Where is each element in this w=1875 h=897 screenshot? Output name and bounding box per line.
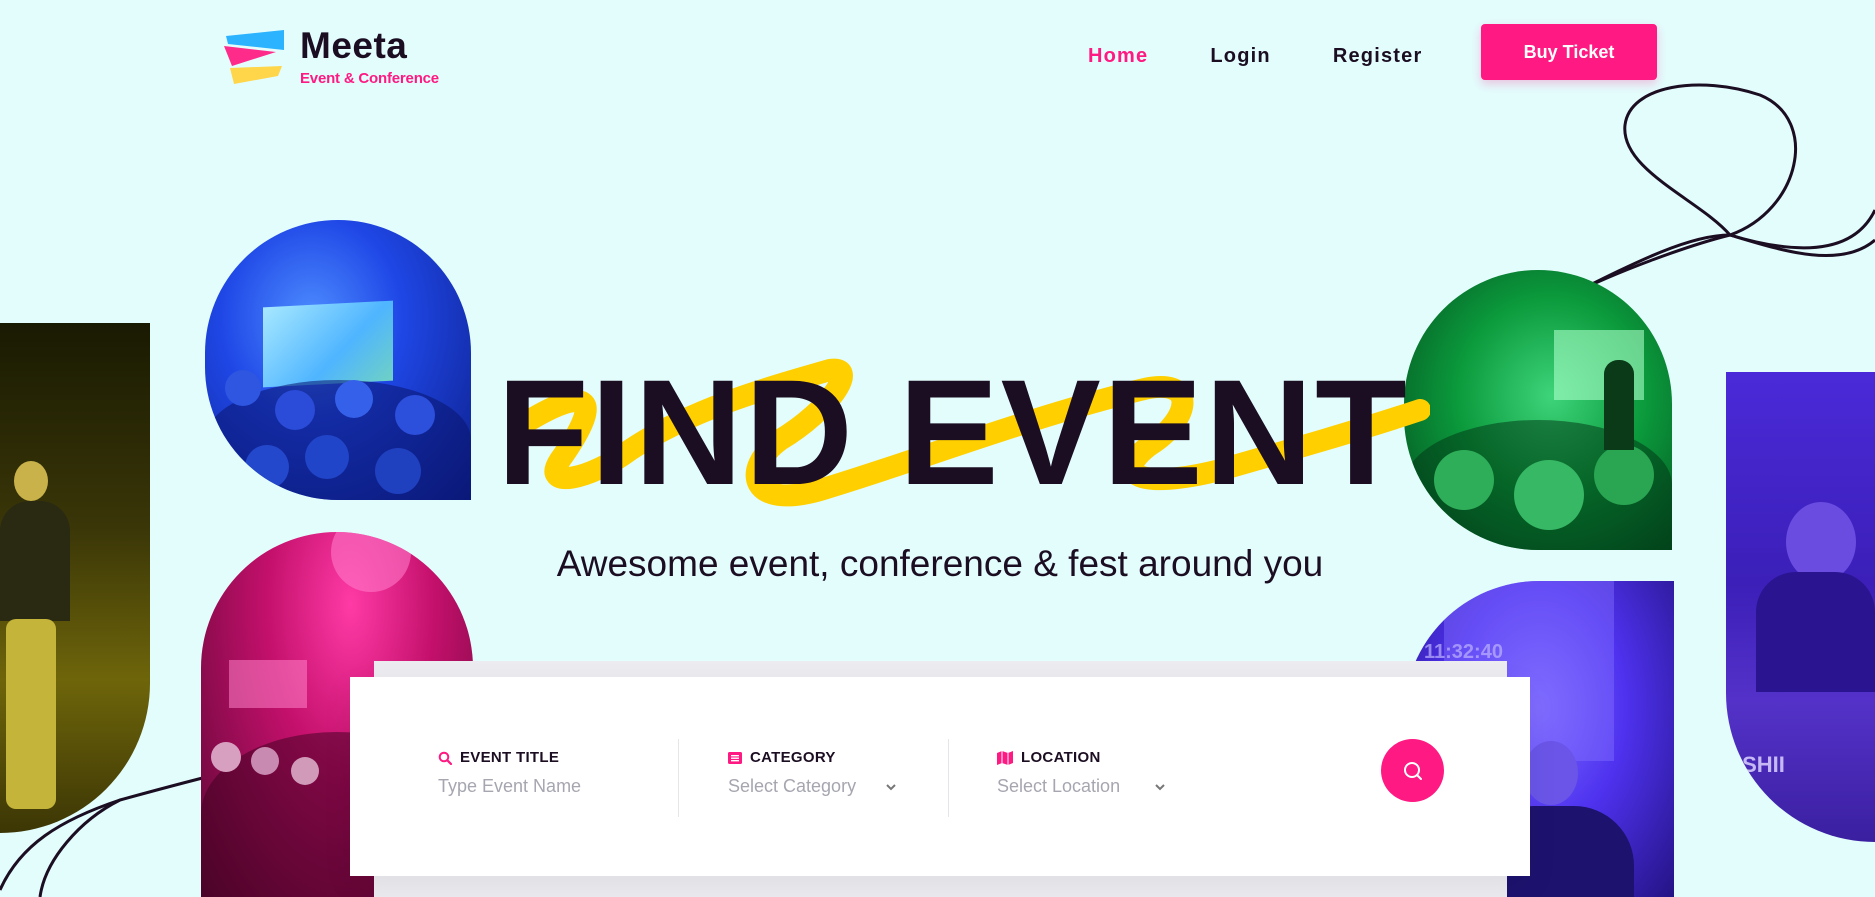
nav-item-home[interactable]: Home (1088, 44, 1148, 68)
field-divider (678, 739, 679, 817)
page: Meeta Event & Conference Home Login Regi… (0, 0, 1875, 897)
photo-presenter-green (1404, 270, 1672, 550)
location-field: LOCATION Select Location (997, 749, 1165, 797)
list-icon (728, 751, 742, 764)
nav-item-register[interactable]: Register (1333, 44, 1423, 68)
main-nav: Home Login Register (1088, 44, 1484, 68)
category-field: CATEGORY Select Category (728, 749, 896, 797)
search-icon (1403, 761, 1422, 780)
category-label: CATEGORY (750, 749, 836, 766)
logo-flag-icon (224, 30, 284, 84)
brand-logo[interactable]: Meeta Event & Conference (224, 26, 439, 87)
category-select-value: Select Category (728, 776, 857, 796)
photo-conference-blue (205, 220, 471, 500)
hero-title: FIND EVENT (497, 348, 1409, 516)
brand-tagline: Event & Conference (300, 70, 439, 87)
event-search-panel: EVENT TITLE CATEGORY Select Category (350, 677, 1530, 876)
nav-item-login[interactable]: Login (1210, 44, 1270, 68)
location-select[interactable]: Select Location (997, 776, 1165, 797)
event-title-label: EVENT TITLE (460, 749, 560, 766)
photo-attendee-purple: ISHII (1726, 372, 1875, 842)
search-submit-button[interactable] (1381, 739, 1444, 802)
chevron-down-icon (886, 783, 896, 790)
event-title-field: EVENT TITLE (438, 749, 668, 797)
field-divider (948, 739, 949, 817)
location-select-value: Select Location (997, 776, 1121, 796)
chevron-down-icon (1155, 783, 1165, 790)
category-select[interactable]: Select Category (728, 776, 896, 797)
hero-subtitle: Awesome event, conference & fest around … (556, 543, 1324, 584)
location-label: LOCATION (1021, 749, 1101, 766)
event-title-input[interactable] (438, 776, 668, 797)
buy-ticket-button[interactable]: Buy Ticket (1481, 24, 1657, 80)
search-icon (438, 751, 452, 765)
brand-name: Meeta (300, 25, 408, 66)
map-icon (997, 750, 1013, 765)
photo-speaker-yellow (0, 323, 150, 833)
photo-overlay-nameplate: ISHII (1736, 752, 1785, 777)
